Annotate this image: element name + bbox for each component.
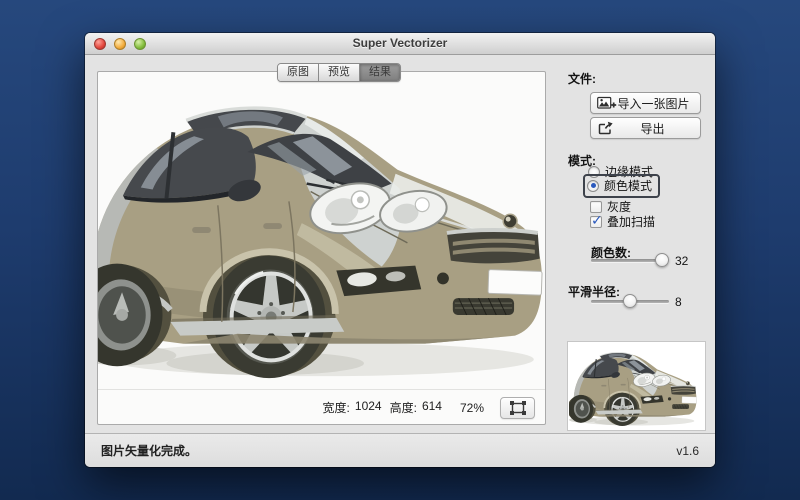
preview-panel: 宽度: 1024 高度: 614 72% [97,71,546,425]
slider-thumb[interactable] [623,294,637,308]
radio-color-label: 颜色模式 [604,177,652,194]
slider-thumb[interactable] [655,253,669,267]
import-image-label: 导入一张图片 [617,95,700,112]
close-icon[interactable] [94,38,106,50]
fit-to-window-button[interactable] [500,397,535,419]
smooth-radius-value: 8 [675,295,682,309]
image-info-bar: 宽度: 1024 高度: 614 72% [98,391,545,424]
file-section-heading: 文件: [568,70,596,87]
height-label: 高度: [390,399,417,416]
image-height: 高度: 614 [390,399,442,416]
radio-color-mode[interactable]: 颜色模式 [587,177,652,194]
app-window: Super Vectorizer 宽度: 1024 高度: 614 72% [85,33,715,467]
version-label: v1.6 [676,444,699,458]
tab-result[interactable]: 结果 [360,64,400,81]
traffic-lights [94,38,146,50]
overlay-scan-label: 叠加扫描 [607,213,655,230]
photo-plus-icon [597,96,617,110]
vectorized-image-canvas[interactable] [98,72,545,390]
width-label: 宽度: [323,399,350,416]
colors-count-slider[interactable] [591,253,669,267]
view-tabs: 原图 预览 结果 [277,63,401,82]
height-value: 614 [422,399,442,416]
status-message: 图片矢量化完成。 [101,442,197,459]
thumbnail-car-image [569,343,704,429]
checkbox-checked-icon[interactable] [590,216,602,228]
import-image-button[interactable]: 导入一张图片 [590,92,701,114]
title-bar[interactable]: Super Vectorizer [85,33,715,55]
export-button[interactable]: 导出 [590,117,701,139]
color-mode-focus-ring: 颜色模式 [583,174,660,198]
width-value: 1024 [355,399,382,416]
source-image-thumbnail[interactable] [567,341,706,431]
desktop: { "window": { "title": "Super Vectorizer… [0,0,800,500]
minimize-icon[interactable] [114,38,126,50]
colors-count-value: 32 [675,254,688,268]
zoom-icon[interactable] [134,38,146,50]
smooth-radius-slider[interactable] [591,294,669,308]
fit-to-window-icon [509,401,527,415]
radio-selected-icon[interactable] [587,180,599,192]
checkbox-overlay-scan[interactable]: 叠加扫描 [590,213,655,230]
export-label: 导出 [615,120,700,137]
window-content: 宽度: 1024 高度: 614 72% [85,56,715,433]
image-width: 宽度: 1024 [323,399,382,416]
window-title: Super Vectorizer [85,33,715,54]
status-bar: 图片矢量化完成。 v1.6 [85,433,715,467]
tab-original[interactable]: 原图 [278,64,319,81]
zoom-percentage: 72% [460,401,484,415]
tab-preview[interactable]: 预览 [319,64,360,81]
share-arrow-icon [597,121,615,135]
vectorized-car-image [98,73,545,389]
